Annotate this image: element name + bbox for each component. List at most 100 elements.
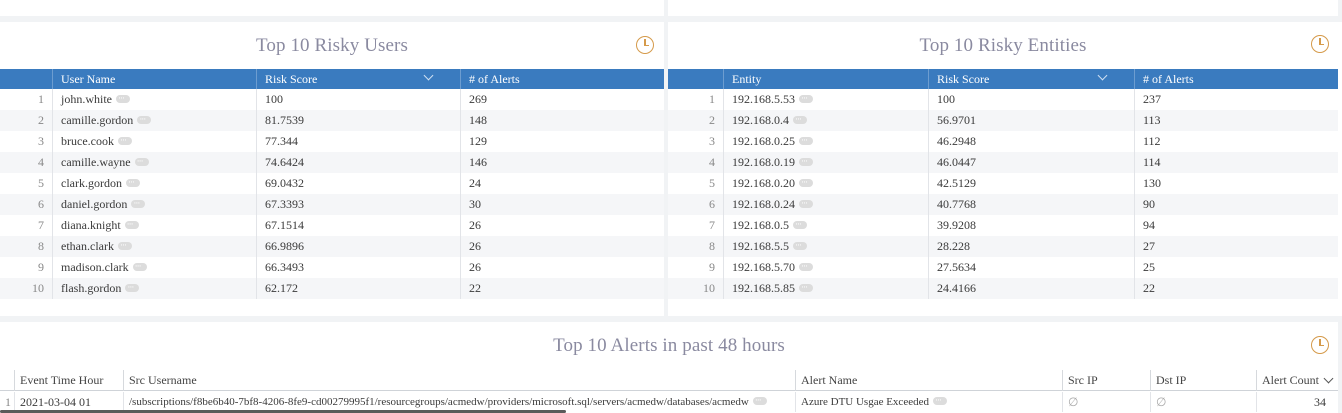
row-number: 7 — [668, 215, 723, 236]
alert-count-cell: 26 — [460, 215, 664, 236]
more-options-icon[interactable] — [793, 109, 807, 130]
column-header-src-username[interactable]: Src Username — [123, 370, 795, 391]
table-row[interactable]: 1 2021-03-04 01 /subscriptions/f8be6b40-… — [0, 392, 1338, 412]
more-options-icon[interactable] — [799, 88, 813, 109]
clock-icon[interactable] — [1311, 35, 1329, 53]
more-options-icon[interactable] — [799, 172, 813, 193]
table-row[interactable]: 2 camille.gordon 81.7539 148 — [0, 109, 664, 131]
table-row[interactable]: 6 192.168.0.24 40.7768 90 — [668, 193, 1338, 215]
more-options-icon[interactable] — [117, 130, 132, 151]
risk-score-cell-value: 66.3493 — [265, 260, 304, 274]
table-row[interactable]: 10 192.168.5.85 24.4166 22 — [668, 277, 1338, 299]
alert-count-cell-value: 26 — [469, 260, 481, 274]
more-options-icon[interactable] — [799, 193, 813, 214]
row-number-value: 9 — [709, 260, 715, 274]
previous-panel-bottom-right — [668, 0, 1338, 16]
more-options-icon[interactable] — [793, 235, 807, 256]
table-row[interactable]: 9 192.168.5.70 27.5634 25 — [668, 256, 1338, 278]
column-header-entity[interactable]: Entity — [723, 69, 928, 89]
table-row[interactable]: 8 ethan.clark 66.9896 26 — [0, 235, 664, 257]
table-header: Entity Risk Score # of Alerts — [668, 69, 1338, 89]
row-number: 5 — [668, 173, 723, 194]
table-row[interactable]: 7 192.168.0.5 39.9208 94 — [668, 214, 1338, 236]
more-options-icon[interactable] — [799, 277, 813, 298]
alert-count-cell: 129 — [460, 131, 664, 152]
risk-score-cell: 62.172 — [256, 278, 460, 299]
more-options-icon[interactable] — [137, 109, 152, 130]
alert-count-cell: 24 — [460, 173, 664, 194]
vertical-scrollbar[interactable] — [1338, 22, 1342, 316]
risk-score-cell: 27.5634 — [928, 257, 1134, 278]
risk-score-cell: 28.228 — [928, 236, 1134, 257]
alert-count-cell-value: 129 — [469, 134, 487, 148]
more-options-icon[interactable] — [132, 256, 147, 277]
risk-score-cell: 74.6424 — [256, 152, 460, 173]
table-row[interactable]: 2 192.168.0.4 56.9701 113 — [668, 109, 1338, 131]
more-options-icon[interactable] — [799, 151, 813, 172]
more-options-icon[interactable] — [752, 392, 767, 410]
table-row[interactable]: 1 192.168.5.53 100 237 — [668, 88, 1338, 110]
column-header-alerts[interactable]: # of Alerts — [1134, 69, 1338, 89]
more-options-icon[interactable] — [125, 277, 140, 298]
row-number-value: 4 — [709, 155, 715, 169]
clock-icon[interactable] — [636, 36, 654, 54]
table-row[interactable]: 4 camille.wayne 74.6424 146 — [0, 151, 664, 173]
more-options-icon[interactable] — [799, 130, 813, 151]
more-options-icon[interactable] — [124, 214, 139, 235]
more-options-icon[interactable] — [117, 235, 132, 256]
chevron-down-icon[interactable] — [1323, 373, 1334, 384]
row-number-value: 10 — [32, 281, 44, 295]
more-options-icon[interactable] — [116, 88, 130, 109]
column-header-risk-score[interactable]: Risk Score — [928, 69, 1134, 89]
chevron-down-icon[interactable] — [423, 70, 434, 81]
name-cell-value: madison.clark — [61, 260, 129, 274]
alert-count-cell-value: 22 — [1143, 281, 1155, 295]
chevron-down-icon[interactable] — [1097, 70, 1108, 81]
table-row[interactable]: 3 192.168.0.25 46.2948 112 — [668, 130, 1338, 152]
column-header-user-name[interactable]: User Name — [52, 69, 256, 89]
more-options-icon[interactable] — [932, 392, 947, 410]
column-header-alert-count[interactable]: Alert Count — [1256, 370, 1338, 391]
risk-score-cell: 56.9701 — [928, 110, 1134, 131]
alert-count-cell: 27 — [1134, 236, 1338, 257]
table-header: User Name Risk Score # of Alerts — [0, 69, 664, 89]
column-header-alerts[interactable]: # of Alerts — [460, 69, 664, 89]
name-cell-value: 192.168.0.5 — [732, 218, 789, 232]
column-header-alert-name[interactable]: Alert Name — [795, 370, 1062, 391]
table-row[interactable]: 5 clark.gordon 69.0432 24 — [0, 172, 664, 194]
column-header-risk-score[interactable]: Risk Score — [256, 69, 460, 89]
table-row[interactable]: 9 madison.clark 66.3493 26 — [0, 256, 664, 278]
alert-count-cell: 237 — [1134, 89, 1338, 110]
risk-score-cell: 46.0447 — [928, 152, 1134, 173]
name-cell-value: 192.168.0.19 — [732, 155, 795, 169]
table-row[interactable]: 3 bruce.cook 77.344 129 — [0, 130, 664, 152]
table-row[interactable]: 10 flash.gordon 62.172 22 — [0, 277, 664, 299]
table-row[interactable]: 5 192.168.0.20 42.5129 130 — [668, 172, 1338, 194]
name-cell: bruce.cook — [52, 130, 256, 152]
column-header-src-ip[interactable]: Src IP — [1062, 370, 1150, 391]
table-row[interactable]: 8 192.168.5.5 28.228 27 — [668, 235, 1338, 257]
risk-score-cell: 100 — [256, 89, 460, 110]
table-row[interactable]: 7 diana.knight 67.1514 26 — [0, 214, 664, 236]
table-row[interactable]: 1 john.white 100 269 — [0, 88, 664, 110]
more-options-icon[interactable] — [131, 193, 146, 214]
row-number: 3 — [668, 131, 723, 152]
risk-score-cell-value: 40.7768 — [937, 197, 976, 211]
previous-panel-bottom-left — [0, 0, 664, 16]
column-header-label: Alert Count — [1262, 373, 1319, 387]
name-cell: 192.168.0.5 — [723, 214, 928, 236]
clock-icon[interactable] — [1311, 336, 1329, 354]
name-cell: 192.168.0.20 — [723, 172, 928, 194]
column-header-event-time-hour[interactable]: Event Time Hour — [14, 370, 123, 391]
more-options-icon[interactable] — [134, 151, 149, 172]
column-header-dst-ip[interactable]: Dst IP — [1150, 370, 1256, 391]
table-header: Event Time Hour Src Username Alert Name … — [0, 370, 1338, 391]
name-cell: john.white — [52, 88, 256, 110]
name-cell: madison.clark — [52, 256, 256, 278]
row-number-value: 4 — [38, 155, 44, 169]
table-row[interactable]: 6 daniel.gordon 67.3393 30 — [0, 193, 664, 215]
more-options-icon[interactable] — [125, 172, 140, 193]
more-options-icon[interactable] — [793, 214, 807, 235]
more-options-icon[interactable] — [799, 256, 813, 277]
table-row[interactable]: 4 192.168.0.19 46.0447 114 — [668, 151, 1338, 173]
